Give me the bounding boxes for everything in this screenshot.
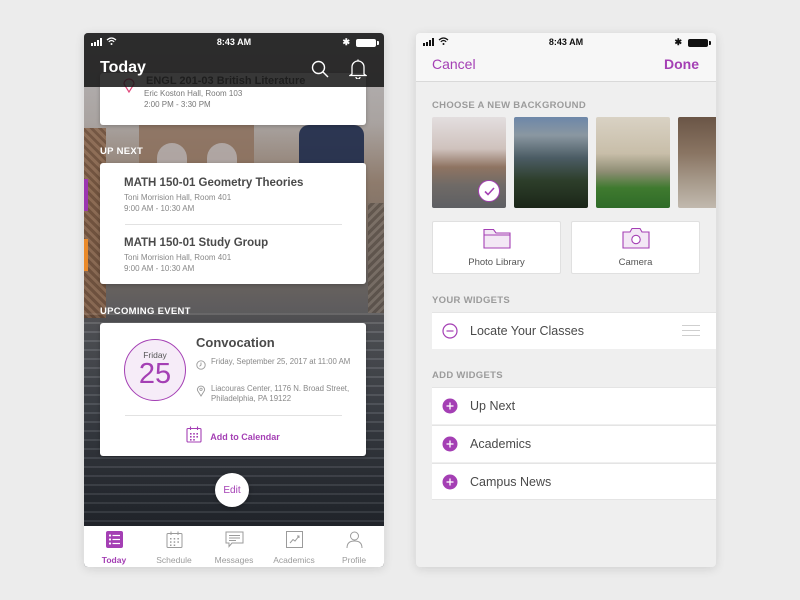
widget-row: Locate Your Classes <box>432 312 716 349</box>
bluetooth-icon: ✱ <box>342 37 350 47</box>
status-time: 8:43 AM <box>216 37 252 47</box>
folder-icon <box>482 227 511 254</box>
add-widget-row: Up Next <box>432 387 716 424</box>
done-button[interactable]: Done <box>664 56 699 72</box>
edit-button[interactable]: Edit <box>215 473 249 507</box>
bell-icon[interactable] <box>348 59 368 79</box>
tab-bar: Today Schedule Messages Academics Profil… <box>84 526 384 567</box>
class-location: Toni Morrision Hall, Room 401 <box>124 253 232 262</box>
chart-icon <box>285 531 303 553</box>
person-icon <box>346 531 363 553</box>
class-time: 9:00 AM - 10:30 AM <box>124 204 195 213</box>
event-datetime: Friday, September 25, 2017 at 11:00 AM <box>211 357 351 366</box>
tab-label: Today <box>101 555 127 565</box>
add-icon[interactable] <box>442 398 458 414</box>
calendar-icon <box>186 426 202 448</box>
status-bar: 8:43 AM ✱ <box>84 33 384 51</box>
choose-background-label: CHOOSE A NEW BACKGROUND <box>432 100 586 111</box>
nav-bar: 8:43 AM ✱ Cancel Done <box>416 33 716 82</box>
bluetooth-icon: ✱ <box>674 37 682 47</box>
upcoming-event-card[interactable]: Friday 25 Convocation Friday, September … <box>100 323 366 456</box>
event-title: Convocation <box>196 335 275 350</box>
tab-academics[interactable]: Academics <box>265 531 323 565</box>
camera-icon <box>621 227 650 254</box>
event-day-number: 25 <box>138 358 172 390</box>
class-time: 9:00 AM - 10:30 AM <box>124 264 195 273</box>
add-icon[interactable] <box>442 474 458 490</box>
battery-icon <box>688 38 711 47</box>
message-icon <box>225 531 244 553</box>
camera-button[interactable]: Camera <box>571 221 700 274</box>
remove-icon[interactable] <box>442 323 458 339</box>
location-pin-icon <box>196 384 206 404</box>
checkmark-icon <box>478 180 500 202</box>
up-next-label: UP NEXT <box>100 146 144 157</box>
add-widgets-label: ADD WIDGETS <box>432 370 503 381</box>
tab-label: Messages <box>214 555 254 565</box>
wifi-icon <box>438 37 449 47</box>
current-class-time: 2:00 PM - 3:30 PM <box>144 100 211 109</box>
background-thumbnail[interactable] <box>596 117 670 208</box>
event-date-badge: Friday 25 <box>124 339 186 401</box>
widget-label: Locate Your Classes <box>470 324 584 338</box>
divider <box>125 415 342 416</box>
tab-today[interactable]: Today <box>85 531 143 565</box>
background-thumbnails <box>432 117 716 208</box>
tab-schedule[interactable]: Schedule <box>145 531 203 565</box>
class-color-bar <box>84 239 88 271</box>
background-thumbnail-selected[interactable] <box>432 117 506 208</box>
tab-label: Academics <box>273 555 315 565</box>
signal-icon <box>423 38 434 46</box>
edit-widgets-screen: 8:43 AM ✱ Cancel Done CHOOSE A NEW BACKG… <box>416 33 716 567</box>
background-thumbnail[interactable] <box>678 117 716 208</box>
up-next-card: MATH 150-01 Geometry Theories Toni Morri… <box>84 163 366 284</box>
tab-label: Schedule <box>156 555 192 565</box>
search-icon[interactable] <box>310 59 330 79</box>
class-item[interactable]: MATH 150-01 Geometry Theories Toni Morri… <box>84 163 366 219</box>
calendar-icon <box>166 531 183 553</box>
background-runner <box>299 125 364 165</box>
class-location: Toni Morrision Hall, Room 401 <box>124 193 232 202</box>
signal-icon <box>91 38 102 46</box>
wifi-icon <box>106 37 117 47</box>
upcoming-event-label: UPCOMING EVENT <box>100 306 191 317</box>
class-title: MATH 150-01 Study Group <box>124 237 269 249</box>
class-title: MATH 150-01 Geometry Theories <box>124 177 304 189</box>
add-widget-row: Campus News <box>432 463 716 500</box>
tab-profile[interactable]: Profile <box>325 531 383 565</box>
add-widget-row: Academics <box>432 425 716 462</box>
photo-library-label: Photo Library <box>468 257 525 268</box>
clock-icon <box>196 357 206 375</box>
your-widgets-label: YOUR WIDGETS <box>432 295 511 306</box>
widget-label: Campus News <box>470 474 552 489</box>
class-item[interactable]: MATH 150-01 Study Group Toni Morrision H… <box>84 223 366 279</box>
cancel-button[interactable]: Cancel <box>432 56 476 72</box>
page-title: Today <box>100 59 146 76</box>
photo-library-button[interactable]: Photo Library <box>432 221 561 274</box>
class-color-bar <box>84 179 88 211</box>
status-bar: 8:43 AM ✱ <box>416 33 716 51</box>
header-bar: 8:43 AM ✱ Today <box>84 33 384 87</box>
background-thumbnail[interactable] <box>514 117 588 208</box>
current-class-location: Eric Koston Hall, Room 103 <box>144 89 243 98</box>
widget-label: Up Next <box>470 399 516 413</box>
add-to-calendar-label: Add to Calendar <box>210 432 280 442</box>
event-location: Liacouras Center, 1176 N. Broad Street, … <box>211 384 350 403</box>
drag-handle-icon[interactable] <box>682 325 700 340</box>
status-time: 8:43 AM <box>548 37 584 47</box>
tab-messages[interactable]: Messages <box>205 531 263 565</box>
background-bridge-railing <box>368 203 384 313</box>
today-screen: ENGL 201-03 British Literature Eric Kost… <box>84 33 384 567</box>
battery-icon <box>356 38 379 47</box>
add-icon[interactable] <box>442 436 458 452</box>
list-icon <box>105 531 123 553</box>
tab-label: Profile <box>341 555 367 565</box>
widget-label: Academics <box>470 437 532 451</box>
add-to-calendar-button[interactable]: Add to Calendar <box>100 426 366 448</box>
camera-label: Camera <box>618 257 653 268</box>
